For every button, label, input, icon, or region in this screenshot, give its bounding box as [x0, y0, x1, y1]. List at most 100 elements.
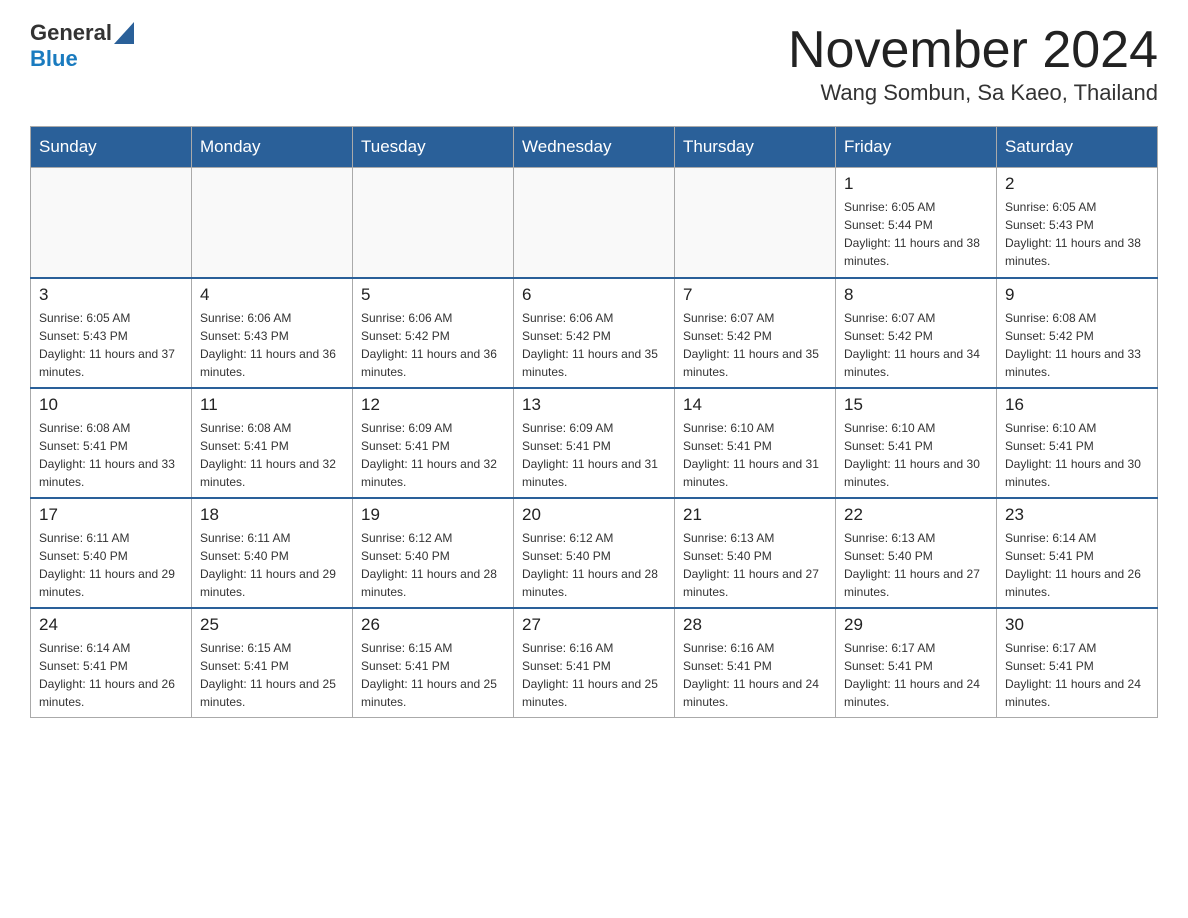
day-info: Sunrise: 6:13 AMSunset: 5:40 PMDaylight:… — [844, 529, 988, 601]
day-number: 9 — [1005, 285, 1149, 305]
day-info: Sunrise: 6:07 AMSunset: 5:42 PMDaylight:… — [844, 309, 988, 381]
day-info: Sunrise: 6:14 AMSunset: 5:41 PMDaylight:… — [39, 639, 183, 711]
title-area: November 2024 Wang Sombun, Sa Kaeo, Thai… — [788, 20, 1158, 106]
calendar-cell: 3 Sunrise: 6:05 AMSunset: 5:43 PMDaylight… — [31, 278, 192, 388]
day-info: Sunrise: 6:10 AMSunset: 5:41 PMDaylight:… — [844, 419, 988, 491]
calendar-cell: 24 Sunrise: 6:14 AMSunset: 5:41 PMDayligh… — [31, 608, 192, 718]
day-number: 11 — [200, 395, 344, 415]
calendar-cell — [31, 168, 192, 278]
calendar-week-row: 3 Sunrise: 6:05 AMSunset: 5:43 PMDaylight… — [31, 278, 1158, 388]
calendar-cell: 14Sunrise: 6:10 AMSunset: 5:41 PMDayligh… — [675, 388, 836, 498]
calendar-cell: 22 Sunrise: 6:13 AMSunset: 5:40 PMDayligh… — [836, 498, 997, 608]
logo-general-text: General — [30, 20, 112, 46]
calendar-cell: 11 Sunrise: 6:08 AMSunset: 5:41 PMDayligh… — [192, 388, 353, 498]
day-number: 25 — [200, 615, 344, 635]
day-number: 30 — [1005, 615, 1149, 635]
weekday-header-friday: Friday — [836, 127, 997, 168]
day-info: Sunrise: 6:17 AMSunset: 5:41 PMDaylight:… — [844, 639, 988, 711]
day-number: 21 — [683, 505, 827, 525]
day-info: Sunrise: 6:16 AMSunset: 5:41 PMDaylight:… — [683, 639, 827, 711]
day-number: 28 — [683, 615, 827, 635]
calendar-cell: 1 Sunrise: 6:05 AMSunset: 5:44 PMDaylight… — [836, 168, 997, 278]
logo: General Blue — [30, 20, 134, 72]
calendar-week-row: 1 Sunrise: 6:05 AMSunset: 5:44 PMDaylight… — [31, 168, 1158, 278]
day-info: Sunrise: 6:15 AMSunset: 5:41 PMDaylight:… — [200, 639, 344, 711]
calendar-cell: 21 Sunrise: 6:13 AMSunset: 5:40 PMDayligh… — [675, 498, 836, 608]
calendar-cell: 27 Sunrise: 6:16 AMSunset: 5:41 PMDayligh… — [514, 608, 675, 718]
day-number: 6 — [522, 285, 666, 305]
calendar-cell: 30 Sunrise: 6:17 AMSunset: 5:41 PMDayligh… — [997, 608, 1158, 718]
calendar-cell: 4Sunrise: 6:06 AMSunset: 5:43 PMDaylight… — [192, 278, 353, 388]
day-info: Sunrise: 6:06 AMSunset: 5:43 PMDaylight:… — [200, 309, 344, 381]
calendar-cell — [514, 168, 675, 278]
calendar-cell: 29 Sunrise: 6:17 AMSunset: 5:41 PMDayligh… — [836, 608, 997, 718]
day-number: 26 — [361, 615, 505, 635]
day-number: 13 — [522, 395, 666, 415]
day-number: 3 — [39, 285, 183, 305]
location-title: Wang Sombun, Sa Kaeo, Thailand — [788, 80, 1158, 106]
calendar-week-row: 24 Sunrise: 6:14 AMSunset: 5:41 PMDayligh… — [31, 608, 1158, 718]
day-info: Sunrise: 6:13 AMSunset: 5:40 PMDaylight:… — [683, 529, 827, 601]
day-info: Sunrise: 6:17 AMSunset: 5:41 PMDaylight:… — [1005, 639, 1149, 711]
day-number: 23 — [1005, 505, 1149, 525]
weekday-header-tuesday: Tuesday — [353, 127, 514, 168]
day-info: Sunrise: 6:16 AMSunset: 5:41 PMDaylight:… — [522, 639, 666, 711]
day-info: Sunrise: 6:06 AMSunset: 5:42 PMDaylight:… — [361, 309, 505, 381]
day-info: Sunrise: 6:08 AMSunset: 5:42 PMDaylight:… — [1005, 309, 1149, 381]
calendar-week-row: 10 Sunrise: 6:08 AMSunset: 5:41 PMDayligh… — [31, 388, 1158, 498]
calendar-cell: 25 Sunrise: 6:15 AMSunset: 5:41 PMDayligh… — [192, 608, 353, 718]
day-number: 15 — [844, 395, 988, 415]
day-info: Sunrise: 6:12 AMSunset: 5:40 PMDaylight:… — [522, 529, 666, 601]
day-number: 7 — [683, 285, 827, 305]
page-header: General Blue November 2024 Wang Sombun, … — [30, 20, 1158, 106]
day-number: 24 — [39, 615, 183, 635]
day-info: Sunrise: 6:05 AMSunset: 5:43 PMDaylight:… — [1005, 198, 1149, 270]
day-info: Sunrise: 6:09 AMSunset: 5:41 PMDaylight:… — [361, 419, 505, 491]
calendar-cell: 8 Sunrise: 6:07 AMSunset: 5:42 PMDaylight… — [836, 278, 997, 388]
calendar-cell: 26Sunrise: 6:15 AMSunset: 5:41 PMDayligh… — [353, 608, 514, 718]
calendar-cell: 19 Sunrise: 6:12 AMSunset: 5:40 PMDayligh… — [353, 498, 514, 608]
day-info: Sunrise: 6:14 AMSunset: 5:41 PMDaylight:… — [1005, 529, 1149, 601]
day-number: 18 — [200, 505, 344, 525]
calendar-cell: 7 Sunrise: 6:07 AMSunset: 5:42 PMDaylight… — [675, 278, 836, 388]
day-number: 16 — [1005, 395, 1149, 415]
calendar-cell: 12 Sunrise: 6:09 AMSunset: 5:41 PMDayligh… — [353, 388, 514, 498]
day-number: 8 — [844, 285, 988, 305]
day-info: Sunrise: 6:11 AMSunset: 5:40 PMDaylight:… — [200, 529, 344, 601]
calendar-cell: 2 Sunrise: 6:05 AMSunset: 5:43 PMDaylight… — [997, 168, 1158, 278]
day-info: Sunrise: 6:08 AMSunset: 5:41 PMDaylight:… — [200, 419, 344, 491]
weekday-header-sunday: Sunday — [31, 127, 192, 168]
day-number: 2 — [1005, 174, 1149, 194]
calendar-cell: 28 Sunrise: 6:16 AMSunset: 5:41 PMDayligh… — [675, 608, 836, 718]
day-number: 12 — [361, 395, 505, 415]
day-number: 1 — [844, 174, 988, 194]
calendar-cell: 15 Sunrise: 6:10 AMSunset: 5:41 PMDayligh… — [836, 388, 997, 498]
day-number: 14 — [683, 395, 827, 415]
calendar-cell — [353, 168, 514, 278]
calendar-header-row: SundayMondayTuesdayWednesdayThursdayFrid… — [31, 127, 1158, 168]
day-number: 20 — [522, 505, 666, 525]
day-number: 29 — [844, 615, 988, 635]
weekday-header-monday: Monday — [192, 127, 353, 168]
day-number: 10 — [39, 395, 183, 415]
day-info: Sunrise: 6:11 AMSunset: 5:40 PMDaylight:… — [39, 529, 183, 601]
weekday-header-saturday: Saturday — [997, 127, 1158, 168]
calendar-cell: 23 Sunrise: 6:14 AMSunset: 5:41 PMDayligh… — [997, 498, 1158, 608]
calendar-cell: 5 Sunrise: 6:06 AMSunset: 5:42 PMDaylight… — [353, 278, 514, 388]
weekday-header-thursday: Thursday — [675, 127, 836, 168]
logo-triangle-icon — [114, 22, 134, 44]
day-info: Sunrise: 6:05 AMSunset: 5:43 PMDaylight:… — [39, 309, 183, 381]
weekday-header-wednesday: Wednesday — [514, 127, 675, 168]
day-number: 27 — [522, 615, 666, 635]
day-info: Sunrise: 6:12 AMSunset: 5:40 PMDaylight:… — [361, 529, 505, 601]
calendar-cell: 16Sunrise: 6:10 AMSunset: 5:41 PMDayligh… — [997, 388, 1158, 498]
day-number: 19 — [361, 505, 505, 525]
day-info: Sunrise: 6:07 AMSunset: 5:42 PMDaylight:… — [683, 309, 827, 381]
calendar-table: SundayMondayTuesdayWednesdayThursdayFrid… — [30, 126, 1158, 718]
calendar-cell — [675, 168, 836, 278]
day-number: 5 — [361, 285, 505, 305]
day-info: Sunrise: 6:05 AMSunset: 5:44 PMDaylight:… — [844, 198, 988, 270]
calendar-cell: 6Sunrise: 6:06 AMSunset: 5:42 PMDaylight… — [514, 278, 675, 388]
day-number: 22 — [844, 505, 988, 525]
day-info: Sunrise: 6:08 AMSunset: 5:41 PMDaylight:… — [39, 419, 183, 491]
